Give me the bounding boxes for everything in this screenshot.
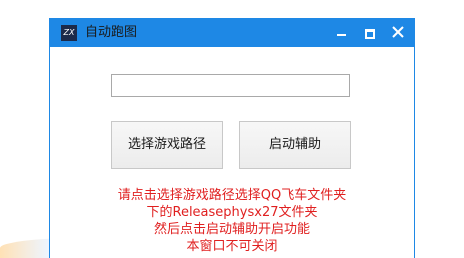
minimize-button[interactable] bbox=[328, 19, 356, 47]
titlebar[interactable]: ZX 自动跑图 bbox=[50, 19, 414, 47]
close-icon bbox=[392, 26, 404, 38]
minimize-icon bbox=[337, 34, 346, 36]
app-icon: ZX bbox=[61, 25, 77, 41]
app-window: ZX 自动跑图 选择游戏路径 启动辅助 请点击选择游戏路径选择QQ飞车文件夹 下… bbox=[49, 18, 415, 258]
start-assist-button[interactable]: 启动辅助 bbox=[239, 121, 351, 169]
game-path-input[interactable] bbox=[111, 74, 350, 97]
close-button[interactable] bbox=[384, 19, 412, 47]
select-game-path-button[interactable]: 选择游戏路径 bbox=[111, 121, 223, 169]
instruction-line: 请点击选择游戏路径选择QQ飞车文件夹 bbox=[117, 188, 347, 203]
window-title: 自动跑图 bbox=[85, 25, 138, 40]
instruction-line: 然后点击启动辅助开启功能 bbox=[153, 222, 310, 237]
instruction-line: 下的Releasephysx27文件夹 bbox=[146, 205, 318, 220]
maximize-button[interactable] bbox=[356, 19, 384, 47]
instructions-text: 请点击选择游戏路径选择QQ飞车文件夹 下的Releasephysx27文件夹 然… bbox=[50, 187, 414, 255]
instruction-line: 本窗口不可关闭 bbox=[186, 239, 278, 254]
maximize-icon bbox=[365, 29, 375, 39]
